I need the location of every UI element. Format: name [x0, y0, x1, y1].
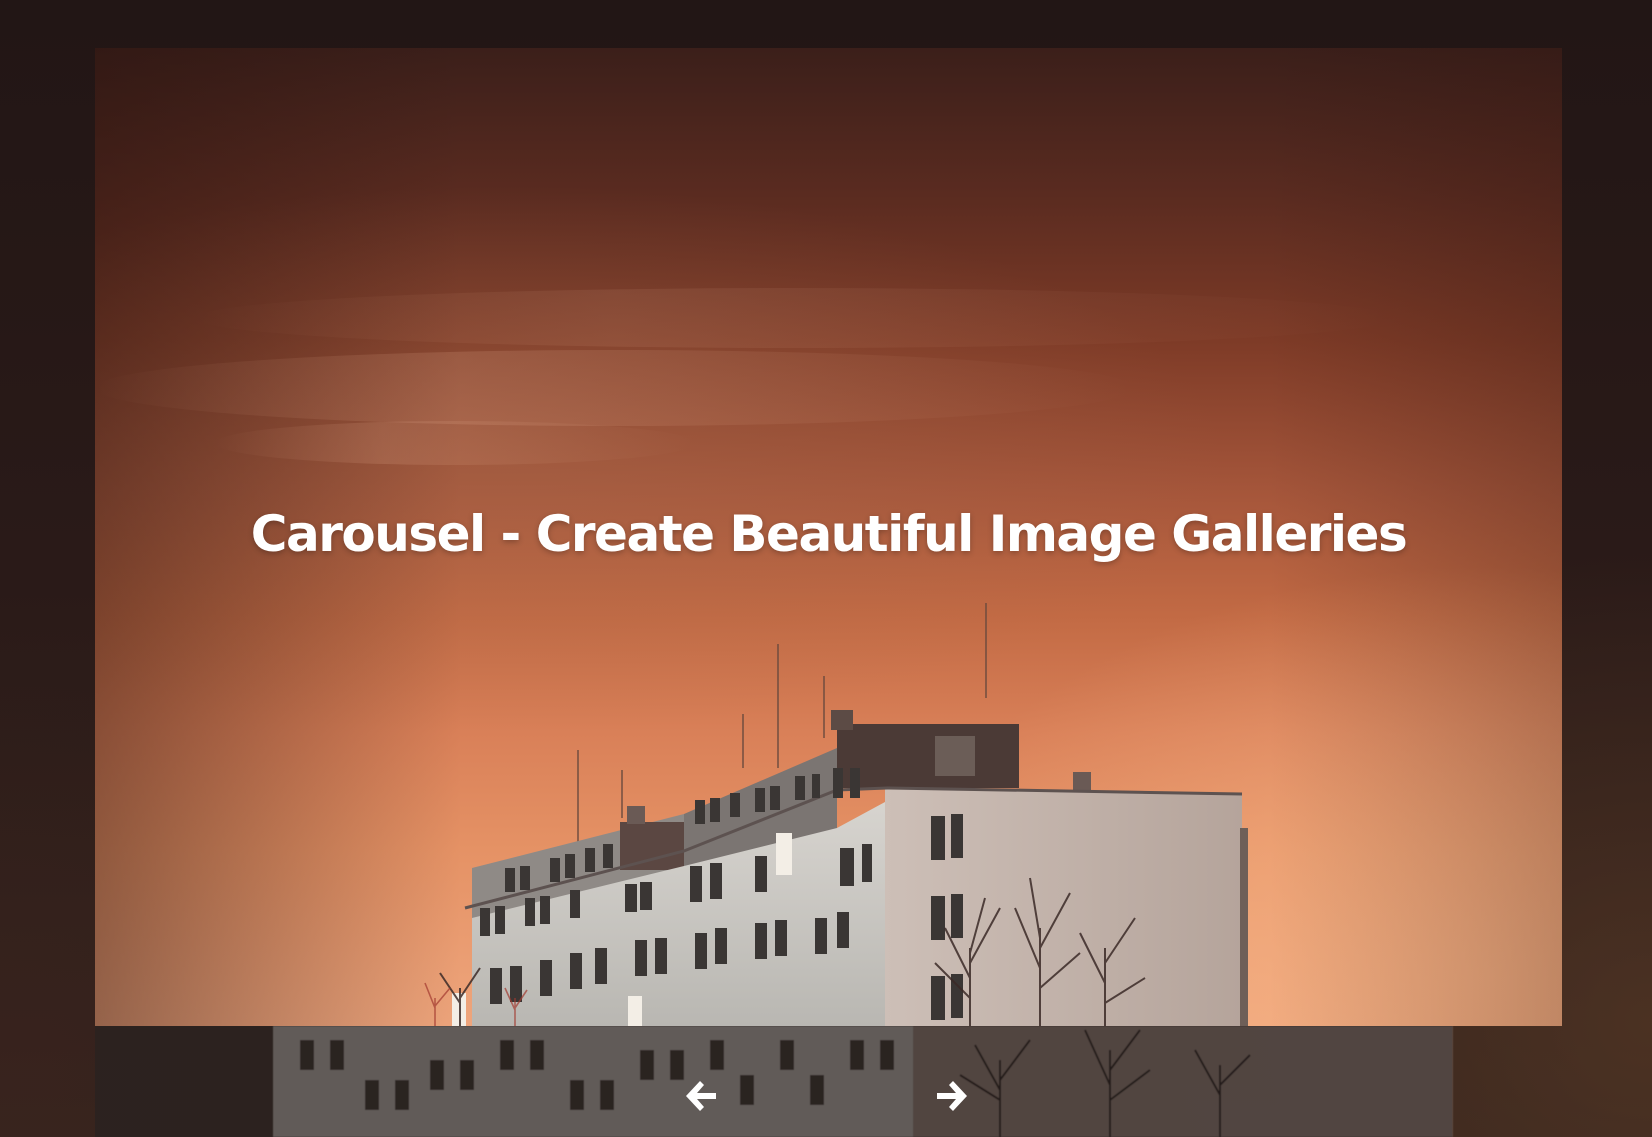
carousel-controls: [0, 1060, 1652, 1132]
arrow-right-icon: [937, 1081, 967, 1111]
prev-slide-button[interactable]: [672, 1060, 732, 1132]
arrow-left-icon: [686, 1081, 716, 1111]
carousel-slide: Carousel - Create Beautiful Image Galler…: [95, 48, 1562, 1026]
next-slide-button[interactable]: [921, 1060, 981, 1132]
slide-title: Carousel - Create Beautiful Image Galler…: [250, 505, 1408, 563]
